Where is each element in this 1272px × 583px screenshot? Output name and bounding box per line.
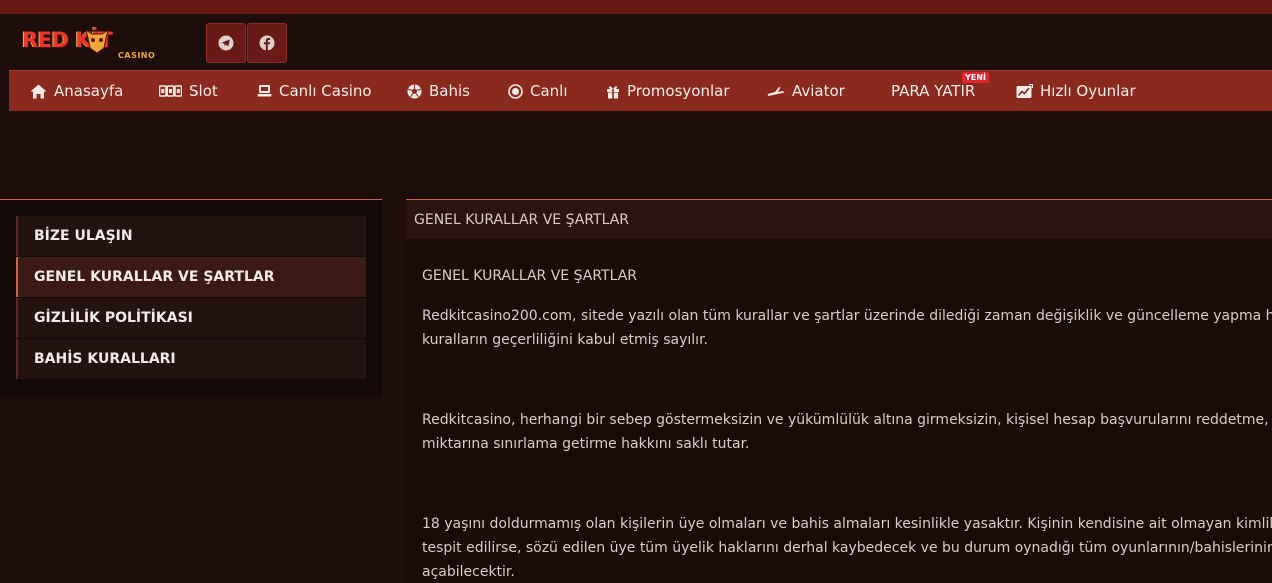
nav-label: Promosyonlar (627, 82, 730, 100)
nav-item-slot[interactable]: Slot (159, 71, 218, 111)
nav-label: Bahis (429, 82, 470, 100)
sidebar-item-bahis-kurallari[interactable]: BAHİS KURALLARI (16, 339, 366, 379)
sidebar-menu: BİZE ULAŞIN GENEL KURALLAR VE ŞARTLAR Gİ… (16, 216, 366, 380)
paragraph-line: miktarına sınırlama getirme hakkını sakl… (422, 436, 750, 452)
content-header: GENEL KURALLAR VE ŞARTLAR (406, 199, 1272, 239)
nav-label: Hızlı Oyunlar (1040, 82, 1136, 100)
telegram-button[interactable] (206, 23, 246, 63)
site-logo[interactable]: RED KİT CASINO (22, 26, 172, 60)
paragraph-line: tespit edilirse, sözü edilen üye tüm üye… (422, 540, 1272, 556)
paragraph-line: Redkitcasino200.com, sitede yazılı olan … (422, 308, 1272, 324)
telegram-icon (218, 35, 234, 51)
sidebar-item-bize-ulasin[interactable]: BİZE ULAŞIN (16, 216, 366, 256)
paragraph-line: Redkitcasino, herhangi bir sebep gösterm… (422, 412, 1272, 428)
live-dot-icon (508, 83, 523, 99)
nav-label: PARA YATIR (891, 82, 976, 100)
nav-label: Canlı (530, 82, 568, 100)
fast-games-icon (1016, 83, 1033, 98)
content-header-title: GENEL KURALLAR VE ŞARTLAR (414, 211, 630, 228)
logo-subtitle: CASINO (118, 51, 156, 60)
main-nav: Anasayfa Slot Canlı Casino Bahis Canlı P… (9, 70, 1272, 111)
gift-icon (607, 85, 619, 98)
nav-item-hizli-oyunlar[interactable]: Hızlı Oyunlar (1016, 71, 1136, 111)
content-title: GENEL KURALLAR VE ŞARTLAR (422, 268, 638, 284)
live-casino-icon (257, 85, 272, 97)
paragraph-line: 18 yaşını doldurmamış olan kişilerin üye… (422, 516, 1272, 532)
nav-label: Canlı Casino (279, 82, 372, 100)
slot-icon (159, 85, 182, 97)
nav-item-bahis[interactable]: Bahis (407, 71, 470, 111)
sidebar-item-genel-kurallar[interactable]: GENEL KURALLAR VE ŞARTLAR (16, 257, 366, 297)
nav-label: Anasayfa (54, 82, 124, 100)
facebook-button[interactable] (247, 23, 287, 63)
home-icon (30, 84, 47, 98)
site-header: RED KİT CASINO (0, 14, 1272, 70)
nav-item-canli[interactable]: Canlı (508, 71, 568, 111)
facebook-icon (259, 35, 275, 51)
nav-label: Aviator (792, 82, 845, 100)
top-strip (0, 0, 1272, 15)
plane-icon (767, 87, 785, 96)
paragraph-line: açabilecektir. (422, 564, 515, 580)
nav-label: Slot (189, 82, 218, 100)
content-body: GENEL KURALLAR VE ŞARTLAR Redkitcasino20… (406, 239, 1272, 583)
nav-item-canli-casino[interactable]: Canlı Casino (257, 71, 372, 111)
sidebar: BİZE ULAŞIN GENEL KURALLAR VE ŞARTLAR Gİ… (0, 199, 382, 397)
sidebar-item-gizlilik-politikasi[interactable]: GİZLİLİK POLİTİKASI (16, 298, 366, 338)
nav-item-anasayfa[interactable]: Anasayfa (30, 71, 123, 111)
bull-mask-icon (85, 28, 109, 54)
nav-item-aviator[interactable]: Aviator (767, 71, 845, 111)
nav-item-promosyonlar[interactable]: Promosyonlar (606, 71, 730, 111)
paragraph-line: kuralların geçerliliğini kabul etmiş say… (422, 332, 708, 348)
soccer-ball-icon (407, 84, 422, 98)
new-badge: YENİ (962, 72, 989, 83)
